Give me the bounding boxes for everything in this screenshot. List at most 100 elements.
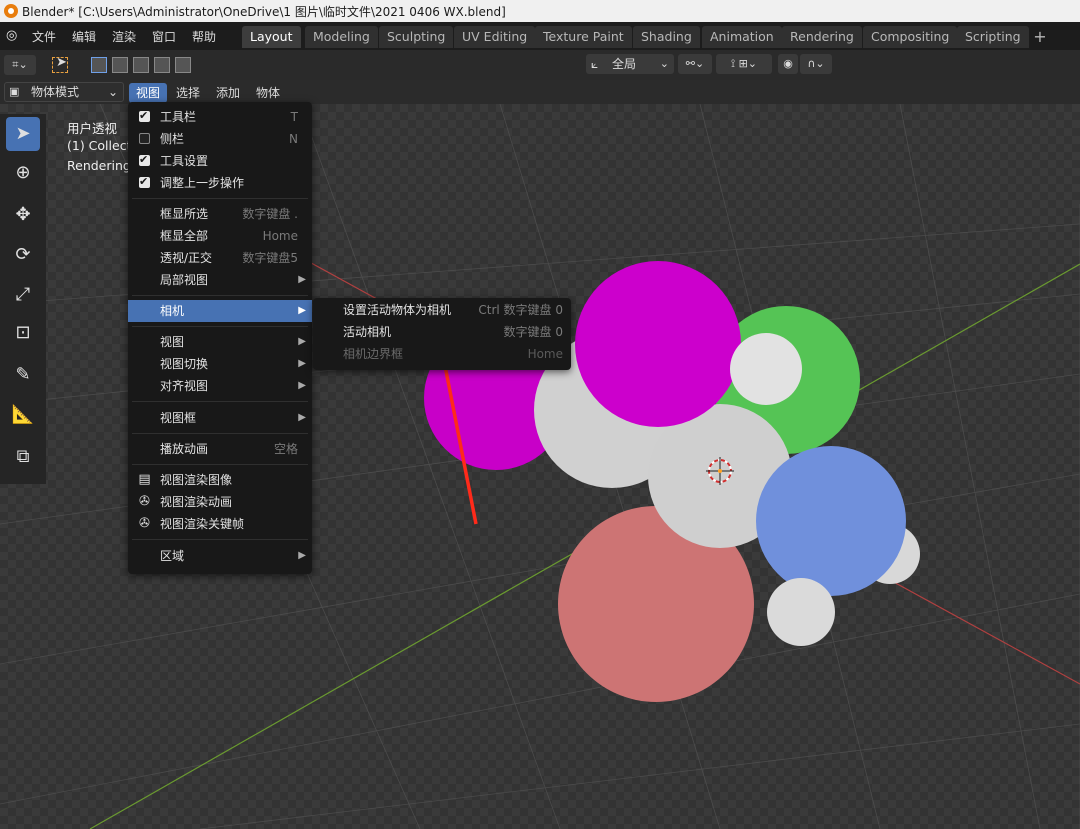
menu-item-perspective-ortho[interactable]: 透视/正交 数字键盘5 <box>128 247 312 269</box>
menu-separator <box>132 198 308 199</box>
tab-texture-paint[interactable]: Texture Paint <box>535 26 632 48</box>
submenu-arrow-icon: ▶ <box>298 358 306 369</box>
menu-render[interactable]: 渲染 <box>112 28 136 45</box>
submenu-arrow-icon: ▶ <box>298 550 306 561</box>
view-perspective-label: 用户透视 <box>67 121 118 136</box>
menu-item-viewport-render-keyframes[interactable]: ✇ 视图渲染关键帧 <box>128 513 312 535</box>
annotate-tool-icon[interactable]: ✎ <box>6 358 40 392</box>
tab-modeling[interactable]: Modeling <box>305 26 378 48</box>
blue-sphere[interactable] <box>756 446 906 596</box>
magenta-sphere-top[interactable] <box>575 261 741 427</box>
tab-rendering[interactable]: Rendering <box>782 26 862 48</box>
menu-object[interactable]: 物体 <box>249 83 287 103</box>
cursor-arrow-icon: ➤ <box>56 55 67 70</box>
tab-uv-editing[interactable]: UV Editing <box>454 26 536 48</box>
menu-window[interactable]: 窗口 <box>152 28 176 45</box>
menu-item-navigation[interactable]: 视图切换 ▶ <box>128 353 312 375</box>
view-dropdown-menu: 工具栏 T 侧栏 N 工具设置 调整上一步操作 框显所选 数字键盘 . 框显全部… <box>128 102 312 574</box>
window-title: Blender* [C:\Users\Administrator\OneDriv… <box>22 5 506 19</box>
menu-item-toolbar[interactable]: 工具栏 T <box>128 105 312 128</box>
menu-help[interactable]: 帮助 <box>192 28 216 45</box>
toolbar-checkbox[interactable] <box>139 105 150 127</box>
submenu-arrow-icon: ▶ <box>298 380 306 391</box>
tab-animation[interactable]: Animation <box>702 26 782 48</box>
menu-item-frame-selected[interactable]: 框显所选 数字键盘 . <box>128 203 312 225</box>
submenu-arrow-icon: ▶ <box>298 336 306 347</box>
transform-pivot-dropdown[interactable]: ⌗⌄ <box>4 55 36 75</box>
select-invert-icon[interactable] <box>154 57 170 73</box>
menu-item-align-view[interactable]: 对齐视图 ▶ <box>128 375 312 397</box>
tab-layout[interactable]: Layout <box>242 26 301 48</box>
menu-item-area[interactable]: 区域 ▶ <box>128 545 312 567</box>
select-intersect-icon[interactable] <box>175 57 191 73</box>
measure-tool-icon[interactable]: 📐 <box>6 398 40 432</box>
select-tool-icon[interactable]: ➤ <box>6 117 40 151</box>
menu-item-view[interactable]: 视图 ▶ <box>128 331 312 353</box>
menu-item-tool-settings[interactable]: 工具设置 <box>128 149 312 172</box>
menu-item-camera-bounds[interactable]: 相机边界框 Home <box>313 343 571 365</box>
camera-submenu: 设置活动物体为相机 Ctrl 数字键盘 0 活动相机 数字键盘 0 相机边界框 … <box>313 298 571 370</box>
window-title-bar: Blender* [C:\Users\Administrator\OneDriv… <box>0 0 1080 22</box>
blender-logo-icon <box>4 4 18 18</box>
tab-compositing[interactable]: Compositing <box>863 26 958 48</box>
chevron-down-icon: ⌄ <box>659 57 669 70</box>
render-label: Rendering <box>67 158 131 173</box>
blender-menu-icon[interactable]: ◎ <box>6 28 17 43</box>
menu-item-play-animation[interactable]: 播放动画 空格 <box>128 438 312 460</box>
menu-separator <box>132 539 308 540</box>
pivot-point-dropdown[interactable]: ⚯⌄ <box>678 54 712 74</box>
menu-separator <box>132 295 308 296</box>
orientation-label: 全局 <box>612 57 637 71</box>
menu-item-adjust-last-operation[interactable]: 调整上一步操作 <box>128 171 312 194</box>
select-subtract-icon[interactable] <box>133 57 149 73</box>
proportional-edit-icon[interactable]: ◉ <box>778 54 798 74</box>
menu-item-set-active-object-as-camera[interactable]: 设置活动物体为相机 Ctrl 数字键盘 0 <box>313 299 571 321</box>
snap-dropdown[interactable]: ⟟ ⊞⌄ <box>716 54 772 74</box>
menu-file[interactable]: 文件 <box>32 28 56 45</box>
menu-item-frame-all[interactable]: 框显全部 Home <box>128 225 312 247</box>
rotate-tool-icon[interactable]: ⟳ <box>6 238 40 272</box>
add-workspace-button[interactable]: + <box>1030 26 1050 48</box>
scale-tool-icon[interactable]: ⤢ <box>6 278 40 312</box>
select-new-icon[interactable] <box>91 57 107 73</box>
menu-item-sidebar[interactable]: 侧栏 N <box>128 128 312 150</box>
menu-item-active-camera[interactable]: 活动相机 数字键盘 0 <box>313 321 571 343</box>
tool-header: ⌗⌄ ➤ ⟀ 全局 ⌄ ⚯⌄ ⟟ ⊞⌄ ◉ ∩⌄ <box>0 50 1080 80</box>
menu-item-view-regions[interactable]: 视图框 ▶ <box>128 407 312 429</box>
menu-add[interactable]: 添加 <box>209 83 247 103</box>
tool-settings-checkbox[interactable] <box>139 149 150 171</box>
tool-shelf: ➤ ⊕ ✥ ⟳ ⤢ ⊡ ✎ 📐 ⧉ <box>0 114 46 484</box>
cursor-tool-icon[interactable]: ⊕ <box>6 156 40 190</box>
menu-view[interactable]: 视图 <box>129 83 168 103</box>
collection-label: (1) Collecti <box>67 138 135 153</box>
sidebar-checkbox[interactable] <box>139 133 150 144</box>
select-extend-icon[interactable] <box>112 57 128 73</box>
menu-separator <box>132 401 308 402</box>
tab-shading[interactable]: Shading <box>633 26 700 48</box>
menu-item-camera[interactable]: 相机 ▶ <box>128 300 312 322</box>
object-mode-label: 物体模式 <box>31 85 80 99</box>
menu-item-viewport-render-animation[interactable]: ✇ 视图渲染动画 <box>128 491 312 513</box>
submenu-arrow-icon: ▶ <box>298 412 306 423</box>
menu-edit[interactable]: 编辑 <box>72 28 96 45</box>
move-tool-icon[interactable]: ✥ <box>6 198 40 232</box>
viewport-header: ▣ 物体模式 ⌄ 视图 选择 添加 物体 <box>0 80 1080 104</box>
menu-select[interactable]: 选择 <box>169 83 207 103</box>
transform-orientation-dropdown[interactable]: ⟀ 全局 ⌄ <box>586 54 674 74</box>
white-sphere-bottom[interactable] <box>767 578 835 646</box>
falloff-dropdown[interactable]: ∩⌄ <box>800 54 832 74</box>
adjust-last-checkbox[interactable] <box>139 171 150 193</box>
transform-tool-icon[interactable]: ⊡ <box>6 316 40 350</box>
menu-item-local-view[interactable]: 局部视图 ▶ <box>128 269 312 291</box>
menu-separator <box>132 433 308 434</box>
top-menu-bar: ◎ 文件 编辑 渲染 窗口 帮助 Layout Modeling Sculpti… <box>0 22 1080 50</box>
white-sphere-green[interactable] <box>730 333 802 405</box>
submenu-arrow-icon: ▶ <box>298 274 306 285</box>
add-cube-tool-icon[interactable]: ⧉ <box>6 440 40 474</box>
render-keyframes-icon: ✇ <box>139 516 150 531</box>
chevron-down-icon: ⌄ <box>107 85 118 99</box>
object-mode-dropdown[interactable]: ▣ 物体模式 ⌄ <box>4 82 124 102</box>
menu-item-viewport-render-image[interactable]: ▤ 视图渲染图像 <box>128 469 312 491</box>
tab-scripting[interactable]: Scripting <box>957 26 1029 48</box>
tab-sculpting[interactable]: Sculpting <box>379 26 454 48</box>
